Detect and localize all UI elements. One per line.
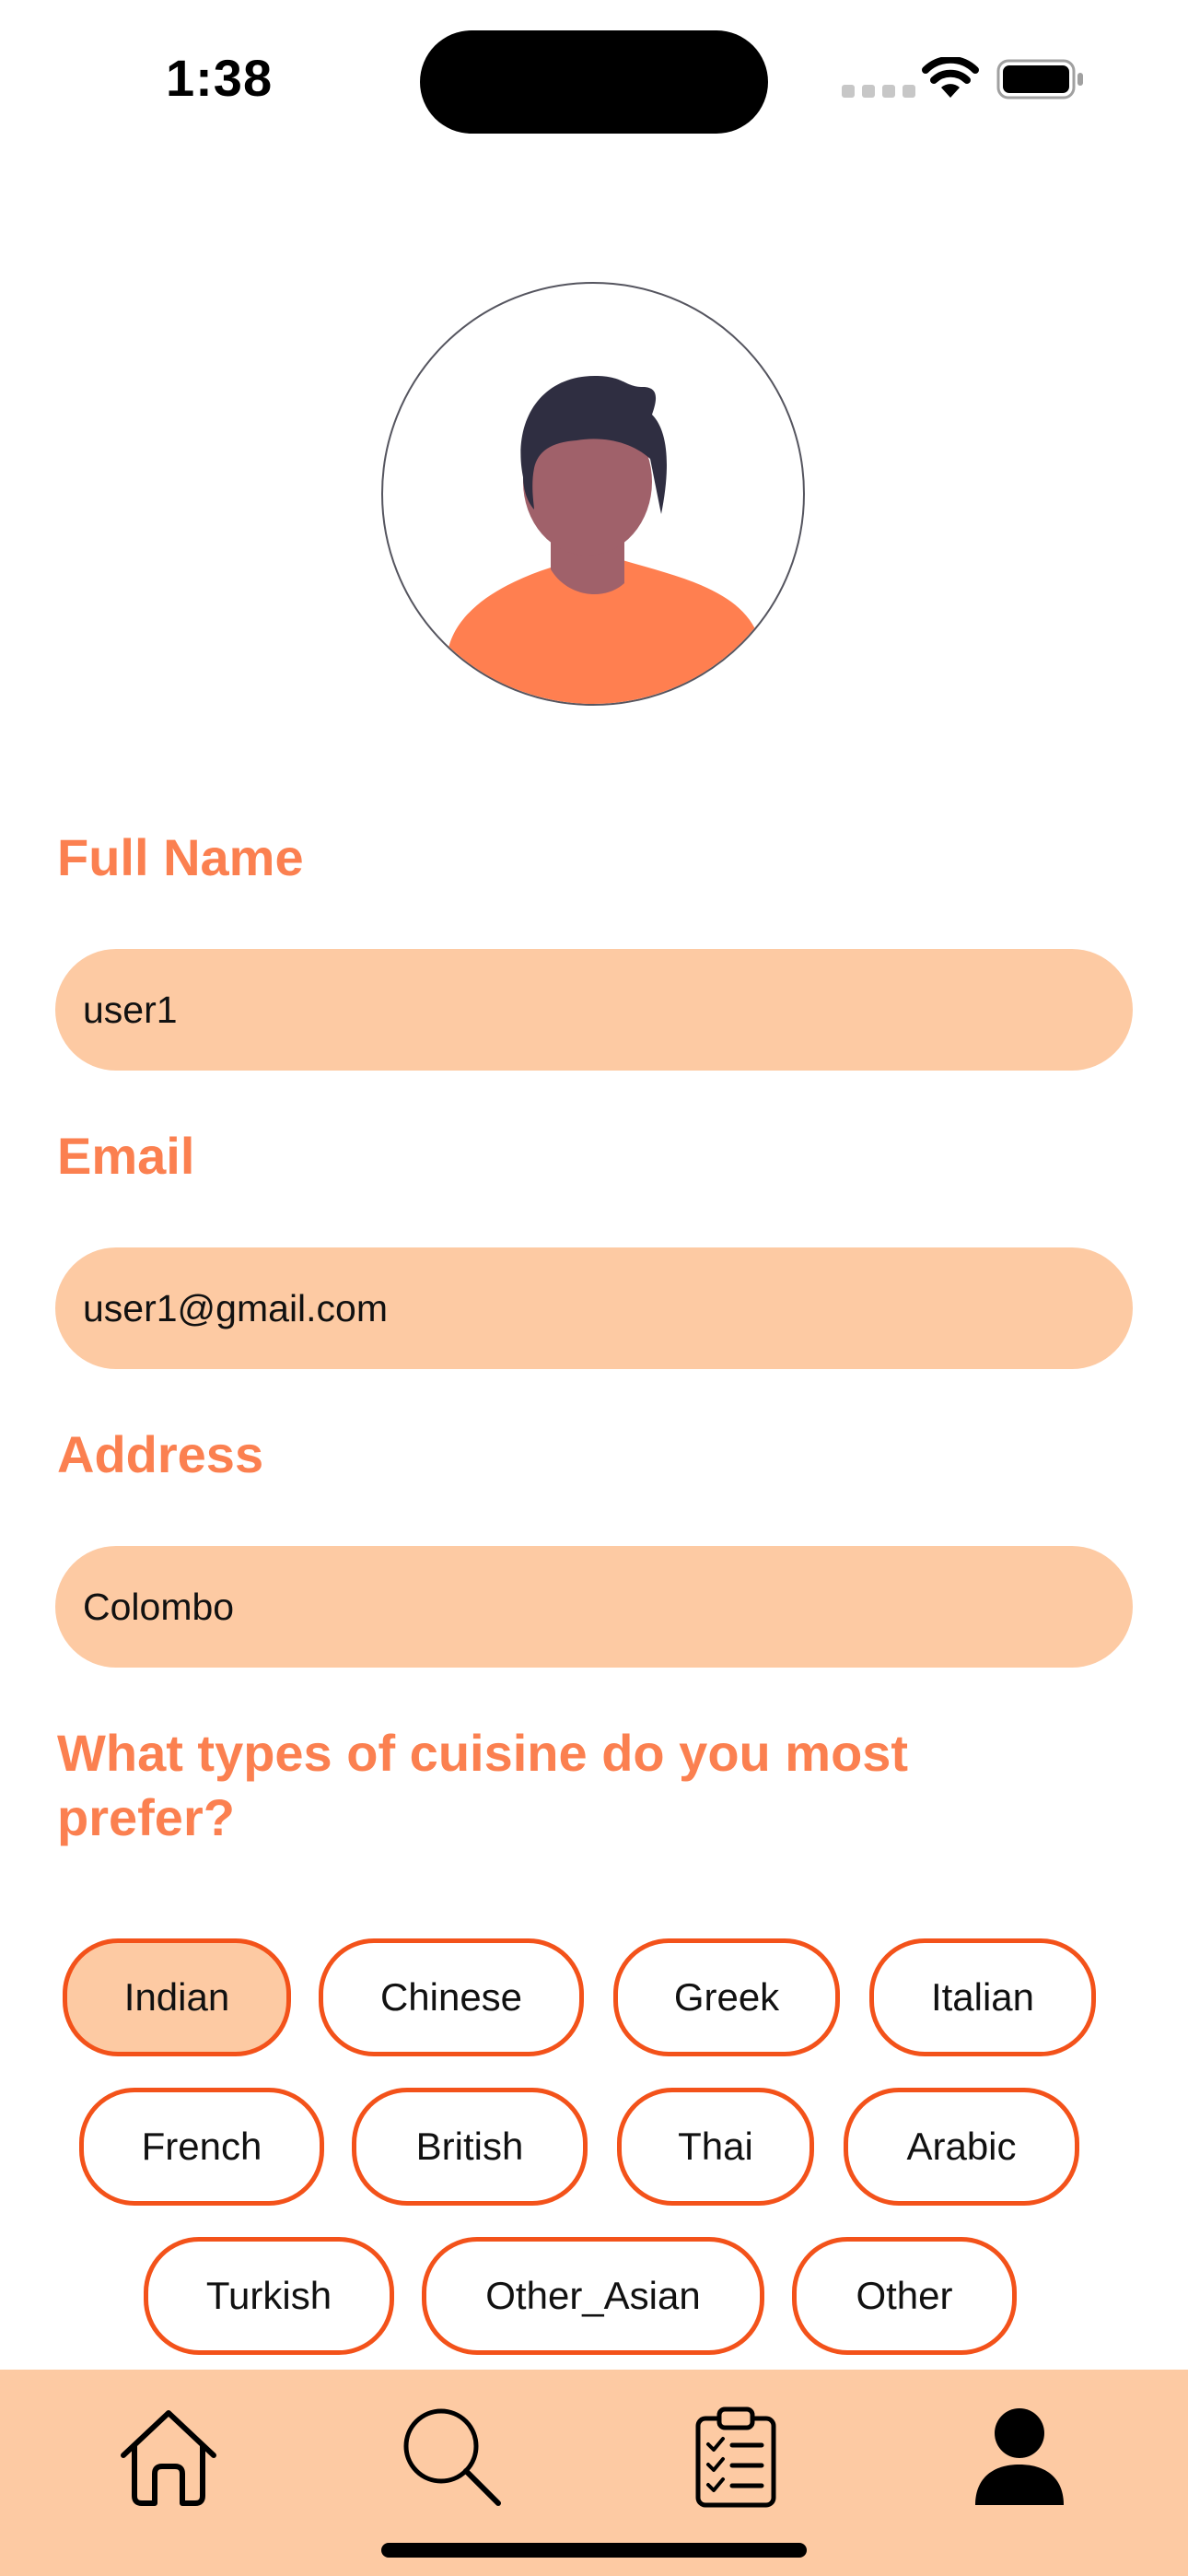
clipboard-checklist-icon xyxy=(695,2406,776,2508)
cuisine-chip-turkish[interactable]: Turkish xyxy=(144,2237,394,2355)
home-icon xyxy=(121,2410,216,2506)
cuisine-chip-italian[interactable]: Italian xyxy=(869,1938,1096,2056)
wifi-icon xyxy=(922,57,979,98)
cuisine-chip-british[interactable]: British xyxy=(352,2088,588,2206)
person-avatar-icon xyxy=(438,376,770,704)
search-icon xyxy=(403,2408,501,2506)
email-label: Email xyxy=(57,1127,195,1185)
cuisine-chip-chinese[interactable]: Chinese xyxy=(319,1938,584,2056)
tab-home[interactable] xyxy=(109,2397,228,2517)
address-label: Address xyxy=(57,1425,264,1483)
status-time: 1:38 xyxy=(166,49,274,107)
tab-orders[interactable] xyxy=(676,2397,796,2517)
full-name-input[interactable]: user1 xyxy=(55,949,1133,1071)
cuisine-chip-other-asian[interactable]: Other_Asian xyxy=(422,2237,764,2355)
tab-bar xyxy=(0,2370,1188,2576)
dynamic-island xyxy=(420,30,768,134)
home-indicator xyxy=(381,2543,807,2558)
cuisine-chip-arabic[interactable]: Arabic xyxy=(844,2088,1079,2206)
profile-icon xyxy=(975,2408,1064,2505)
cuisine-question: What types of cuisine do you most prefer… xyxy=(57,1724,909,1846)
full-name-label: Full Name xyxy=(57,828,304,886)
profile-avatar[interactable] xyxy=(381,282,805,706)
email-input[interactable]: user1@gmail.com xyxy=(55,1247,1133,1369)
tab-search[interactable] xyxy=(392,2397,512,2517)
cellular-signal-icon xyxy=(842,85,915,98)
tab-profile[interactable] xyxy=(960,2397,1079,2517)
cuisine-chip-indian[interactable]: Indian xyxy=(63,1938,291,2056)
battery-icon xyxy=(996,59,1083,100)
address-input[interactable]: Colombo xyxy=(55,1546,1133,1668)
status-bar: 1:38 xyxy=(0,0,1188,138)
cuisine-chip-french[interactable]: French xyxy=(79,2088,324,2206)
cuisine-chip-greek[interactable]: Greek xyxy=(613,1938,840,2056)
cuisine-chip-thai[interactable]: Thai xyxy=(617,2088,814,2206)
cuisine-chip-other[interactable]: Other xyxy=(792,2237,1017,2355)
